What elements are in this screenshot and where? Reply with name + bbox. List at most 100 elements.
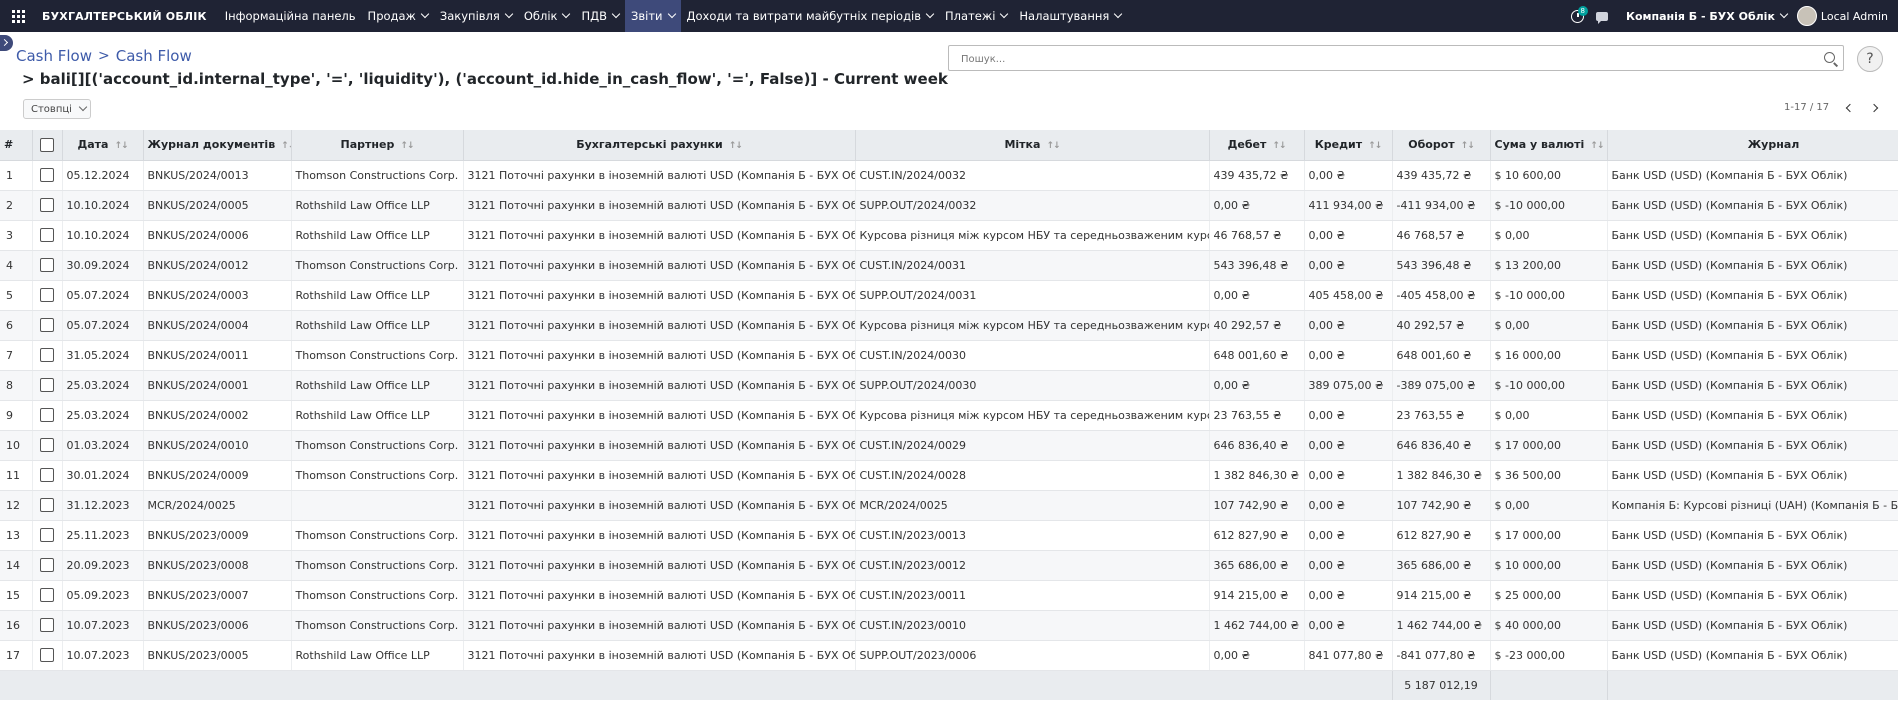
cell-label: CUST.IN/2024/0032 <box>855 160 1210 191</box>
column-header-label[interactable]: Мітка ↑↓ <box>855 130 1210 161</box>
cell-amount-currency: $ -23 000,00 <box>1490 640 1608 671</box>
row-checkbox[interactable] <box>40 468 54 482</box>
table-row[interactable]: 7 31.05.2024 BNKUS/2024/0011 Thomson Constr… <box>0 340 1898 371</box>
cell-amount-currency: $ 0,00 <box>1490 400 1608 431</box>
row-checkbox[interactable] <box>40 528 54 542</box>
chat-icon <box>1595 11 1608 24</box>
table-row[interactable]: 10 01.03.2024 BNKUS/2024/0010 Thomson Const… <box>0 430 1898 461</box>
menu-item-1[interactable]: Продаж <box>362 0 434 32</box>
column-header-debit[interactable]: Дебет ↑↓ <box>1209 130 1305 161</box>
table-row[interactable]: 2 10.10.2024 BNKUS/2024/0005 Rothshild Law … <box>0 190 1898 221</box>
apps-menu-button[interactable] <box>0 0 36 32</box>
menu-item-8[interactable]: Налаштування <box>1013 0 1127 32</box>
cell-balance: -411 934,00 ₴ <box>1392 190 1491 221</box>
cell-row-number: 9 <box>0 400 33 431</box>
pager-next-button[interactable] <box>1869 103 1879 112</box>
column-header-account[interactable]: Бухгалтерські рахунки ↑↓ <box>463 130 856 161</box>
table-row[interactable]: 14 20.09.2023 BNKUS/2023/0008 Thomson Const… <box>0 550 1898 581</box>
column-header-balance[interactable]: Оборот ↑↓ <box>1392 130 1491 161</box>
sidebar-toggle-button[interactable] <box>0 35 13 51</box>
cell-amount-currency: $ 10 600,00 <box>1490 160 1608 191</box>
table-row[interactable]: 11 30.01.2024 BNKUS/2024/0009 Thomson Const… <box>0 460 1898 491</box>
row-checkbox[interactable] <box>40 588 54 602</box>
table-row[interactable]: 6 05.07.2024 BNKUS/2024/0004 Rothshild Law … <box>0 310 1898 341</box>
cell-partner: Thomson Constructions Corp. <box>291 580 464 611</box>
menu-item-0[interactable]: Інформаційна панель <box>219 0 362 32</box>
breadcrumb-separator: > <box>98 48 110 64</box>
row-checkbox[interactable] <box>40 348 54 362</box>
cell-account: 3121 Поточні рахунки в іноземній валюті … <box>463 220 856 251</box>
row-checkbox[interactable] <box>40 558 54 572</box>
cell-label: CUST.IN/2024/0028 <box>855 460 1210 491</box>
row-checkbox[interactable] <box>40 258 54 272</box>
cell-amount-currency: $ 40 000,00 <box>1490 610 1608 641</box>
activity-button[interactable]: 8 <box>1566 0 1590 32</box>
row-checkbox[interactable] <box>40 378 54 392</box>
menu-item-4[interactable]: ПДВ <box>575 0 625 32</box>
table-row[interactable]: 15 05.09.2023 BNKUS/2023/0007 Thomson Const… <box>0 580 1898 611</box>
breadcrumb-item-second[interactable]: Cash Flow <box>116 47 192 65</box>
cell-date: 30.09.2024 <box>62 250 144 281</box>
search-icon[interactable] <box>1824 52 1835 63</box>
cell-credit: 0,00 ₴ <box>1304 160 1393 191</box>
menu-item-7[interactable]: Платежі <box>939 0 1013 32</box>
cell-debit: 1 382 846,30 ₴ <box>1209 460 1305 491</box>
row-checkbox[interactable] <box>40 168 54 182</box>
row-checkbox[interactable] <box>40 438 54 452</box>
table-row[interactable]: 5 05.07.2024 BNKUS/2024/0003 Rothshild Law … <box>0 280 1898 311</box>
column-header-label: Дебет <box>1227 138 1267 152</box>
cell-debit: 543 396,48 ₴ <box>1209 250 1305 281</box>
menu-item-2[interactable]: Закупівля <box>434 0 518 32</box>
cell-select <box>32 400 63 431</box>
cell-account: 3121 Поточні рахунки в іноземній валюті … <box>463 640 856 671</box>
pager-previous-button[interactable] <box>1845 103 1855 112</box>
row-checkbox[interactable] <box>40 648 54 662</box>
columns-button[interactable]: Стовпці <box>23 99 91 119</box>
column-header-partner[interactable]: Партнер ↑↓ <box>291 130 464 161</box>
cell-debit: 648 001,60 ₴ <box>1209 340 1305 371</box>
table-row[interactable]: 4 30.09.2024 BNKUS/2024/0012 Thomson Constr… <box>0 250 1898 281</box>
row-checkbox[interactable] <box>40 288 54 302</box>
cell-partner: Thomson Constructions Corp. <box>291 430 464 461</box>
cell-journal-entry: BNKUS/2023/0009 <box>143 520 292 551</box>
breadcrumb-item-first[interactable]: Cash Flow <box>16 47 92 65</box>
app-brand[interactable]: БУХГАЛТЕРСЬКИЙ ОБЛІК <box>36 10 219 23</box>
cell-journal-entry: BNKUS/2024/0004 <box>143 310 292 341</box>
menu-item-3[interactable]: Облік <box>518 0 576 32</box>
cell-balance: 1 382 846,30 ₴ <box>1392 460 1491 491</box>
company-switcher[interactable]: Компанія Б - БУХ Облік <box>1614 10 1797 23</box>
column-header-journal[interactable]: Журнал <box>1607 130 1898 161</box>
select-all-checkbox[interactable] <box>40 137 54 152</box>
table-row[interactable]: 3 10.10.2024 BNKUS/2024/0006 Rothshild Law … <box>0 220 1898 251</box>
row-checkbox[interactable] <box>40 198 54 212</box>
column-header-credit[interactable]: Кредит ↑↓ <box>1304 130 1393 161</box>
row-checkbox[interactable] <box>40 618 54 632</box>
cell-account: 3121 Поточні рахунки в іноземній валюті … <box>463 610 856 641</box>
column-header-select-all[interactable] <box>32 130 63 161</box>
cell-label: CUST.IN/2023/0012 <box>855 550 1210 581</box>
messages-button[interactable] <box>1590 0 1614 32</box>
column-header-journal-entry[interactable]: Журнал документів ↑↓ <box>143 130 292 161</box>
table-row[interactable]: 13 25.11.2023 BNKUS/2023/0009 Thomson Const… <box>0 520 1898 551</box>
table-row[interactable]: 12 31.12.2023 MCR/2024/0025 3121 Поточні ра… <box>0 490 1898 521</box>
table-row[interactable]: 8 25.03.2024 BNKUS/2024/0001 Rothshild Law … <box>0 370 1898 401</box>
column-header-row-number: # <box>0 130 33 161</box>
column-header-amount-currency[interactable]: Сума у валюті ↑↓ <box>1490 130 1608 161</box>
column-header-date[interactable]: Дата ↑↓ <box>62 130 144 161</box>
row-checkbox[interactable] <box>40 228 54 242</box>
row-checkbox[interactable] <box>40 408 54 422</box>
table-row[interactable]: 9 25.03.2024 BNKUS/2024/0002 Rothshild Law … <box>0 400 1898 431</box>
help-button[interactable]: ? <box>1857 46 1883 72</box>
search-input[interactable] <box>959 46 1823 72</box>
user-menu[interactable]: Local Admin <box>1796 6 1898 26</box>
row-checkbox[interactable] <box>40 318 54 332</box>
table-row[interactable]: 17 10.07.2023 BNKUS/2023/0005 Rothshild Law… <box>0 640 1898 671</box>
cell-label: Курсова різниця між курсом НБУ та середн… <box>855 220 1210 251</box>
table-row[interactable]: 16 10.07.2023 BNKUS/2023/0006 Thomson Const… <box>0 610 1898 641</box>
row-checkbox[interactable] <box>40 498 54 512</box>
menu-item-6[interactable]: Доходи та витрати майбутніх періодів <box>681 0 940 32</box>
menu-item-5[interactable]: Звіти <box>625 0 681 32</box>
cell-journal-entry: BNKUS/2024/0005 <box>143 190 292 221</box>
table-row[interactable]: 1 05.12.2024 BNKUS/2024/0013 Thomson Constr… <box>0 160 1898 191</box>
pager-value[interactable]: 1-17 / 17 <box>1784 102 1829 113</box>
